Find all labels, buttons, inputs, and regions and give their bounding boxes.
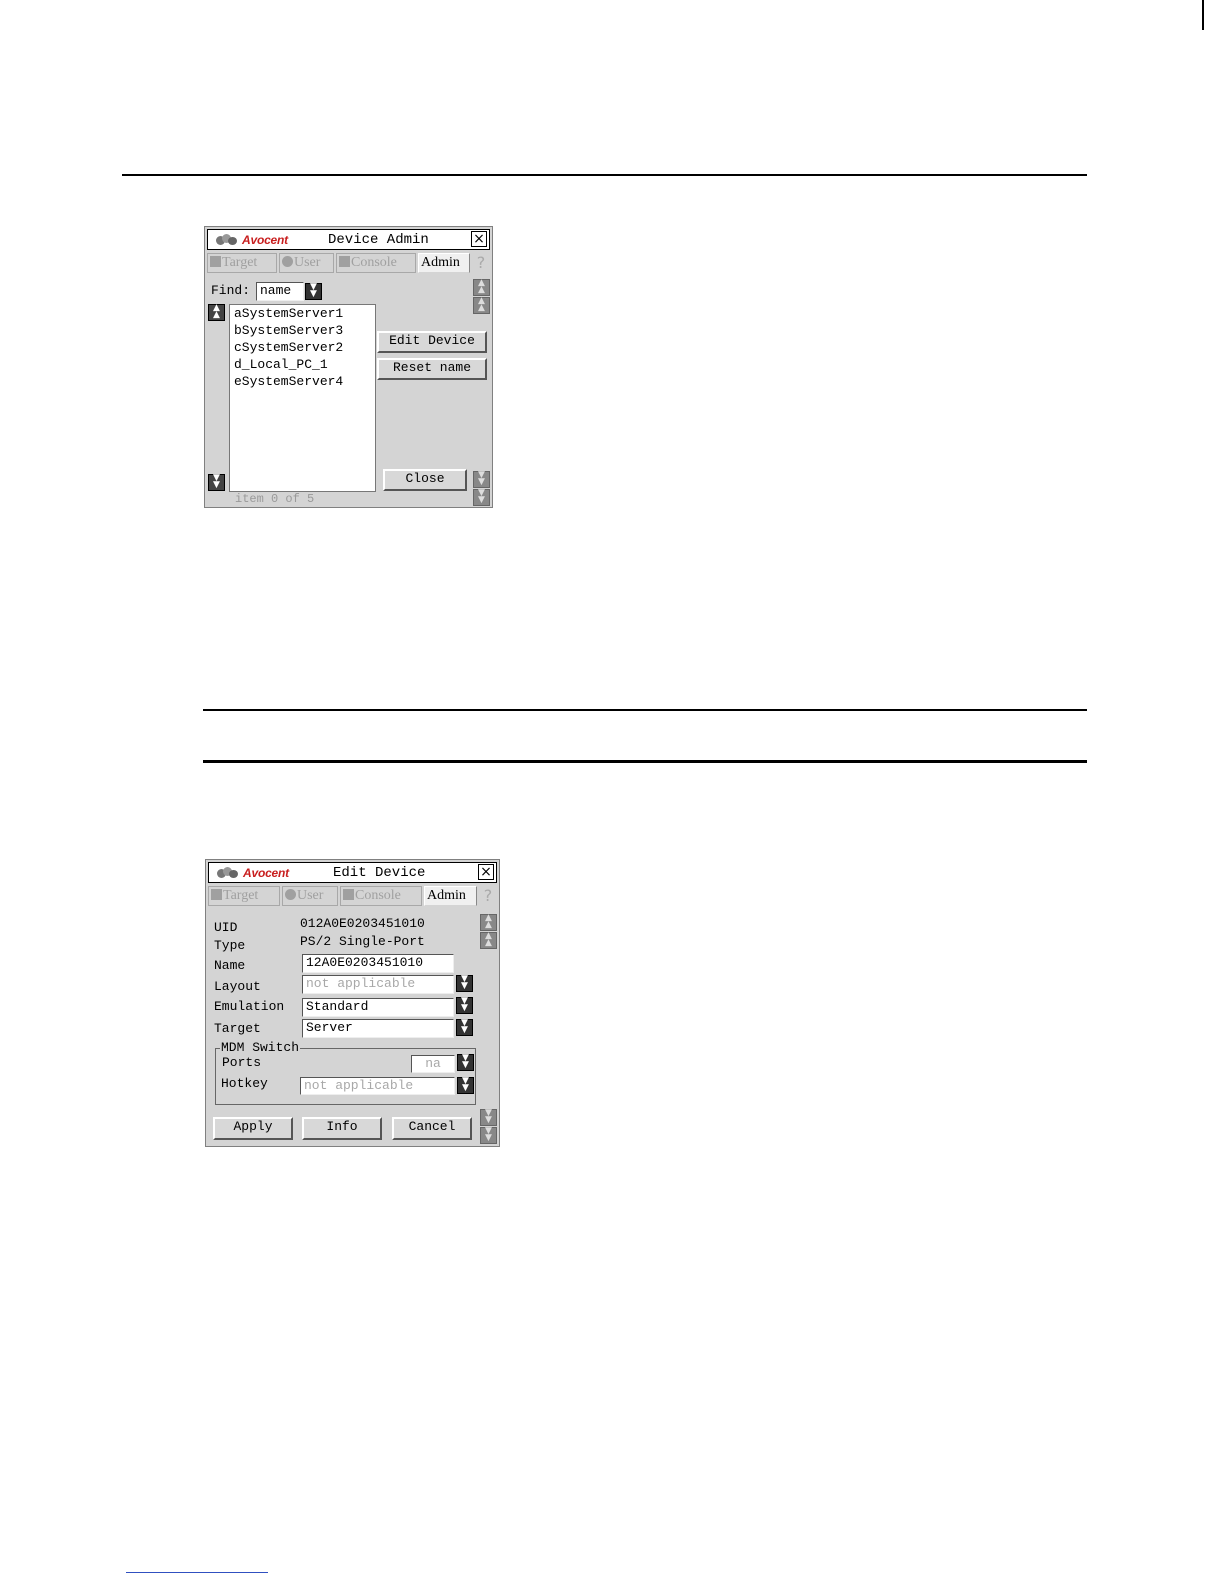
tab-target[interactable]: Target	[208, 886, 280, 906]
type-value: PS/2 Single-Port	[300, 934, 425, 949]
help-icon[interactable]: ?	[480, 886, 496, 906]
uid-label: UID	[214, 920, 238, 935]
mdm-switch-group: MDM Switch Ports na ▼ ▼ Hotkey not applic…	[215, 1040, 476, 1105]
list-item[interactable]: bSystemServer3	[230, 322, 375, 339]
avocent-logo: Avocent	[216, 233, 288, 247]
ports-dropdown-button[interactable]: ▼ ▼	[457, 1054, 474, 1071]
ports-label: Ports	[222, 1055, 262, 1070]
cancel-button[interactable]: Cancel	[392, 1117, 472, 1140]
close-icon[interactable]: ×	[471, 231, 487, 247]
title-bar: Avocent Device Admin ×	[207, 229, 490, 250]
footer-link-underline	[126, 1572, 268, 1573]
find-select[interactable]: name	[256, 282, 304, 301]
window-title: Device Admin	[328, 232, 429, 248]
find-label: Find:	[211, 283, 251, 298]
close-button[interactable]: Close	[383, 469, 467, 491]
scroll-page-up-button[interactable]: ▲ ▲	[480, 914, 497, 931]
list-item[interactable]: eSystemServer4	[230, 373, 375, 390]
window-title: Edit Device	[333, 865, 426, 881]
emulation-select[interactable]: Standard	[302, 998, 454, 1017]
page-edge-mark	[1202, 0, 1204, 30]
layout-dropdown-button[interactable]: ▼ ▼	[456, 975, 473, 992]
device-list[interactable]: aSystemServer1 bSystemServer3 cSystemSer…	[229, 304, 376, 492]
table-rule-top	[203, 709, 1087, 711]
status-text: item 0 of 5	[235, 492, 315, 506]
tab-bar: Target User Console Admin ?	[208, 886, 497, 908]
avocent-logo: Avocent	[217, 866, 289, 880]
table-rule-bottom	[203, 760, 1087, 763]
console-icon	[339, 256, 350, 267]
emulation-dropdown-button[interactable]: ▼ ▼	[456, 997, 473, 1014]
avocent-logo-icon	[217, 867, 239, 879]
section-divider-top	[122, 174, 1087, 176]
target-dropdown-button[interactable]: ▼ ▼	[456, 1019, 473, 1036]
scroll-up-button[interactable]: ▲ ▲	[480, 932, 497, 949]
user-icon	[285, 889, 296, 900]
title-bar: Avocent Edit Device ×	[208, 862, 497, 883]
find-dropdown-button[interactable]: ▼ ▼	[305, 283, 322, 300]
tab-target[interactable]: Target	[207, 253, 277, 273]
edit-device-window: Avocent Edit Device × Target User Consol…	[205, 859, 500, 1147]
mdm-switch-label: MDM Switch	[220, 1040, 301, 1055]
hotkey-dropdown-button[interactable]: ▼ ▼	[457, 1077, 474, 1094]
info-button[interactable]: Info	[302, 1117, 382, 1140]
name-field[interactable]: 12A0E0203451010	[302, 954, 454, 973]
edit-device-button[interactable]: Edit Device	[377, 331, 487, 353]
list-item[interactable]: d_Local_PC_1	[230, 356, 375, 373]
target-icon	[211, 889, 222, 900]
console-icon	[343, 889, 354, 900]
list-scroll-down-button[interactable]: ▼ ▼	[208, 474, 225, 491]
scroll-down-button[interactable]: ▼ ▼	[480, 1109, 497, 1126]
logo-text: Avocent	[243, 866, 289, 880]
emulation-label: Emulation	[214, 999, 285, 1014]
scroll-page-down-button[interactable]: ▼ ▼	[480, 1127, 497, 1144]
layout-select[interactable]: not applicable	[302, 975, 454, 994]
ports-select[interactable]: na	[411, 1055, 455, 1073]
target-label: Target	[214, 1021, 261, 1036]
reset-name-button[interactable]: Reset name	[377, 358, 487, 380]
tab-console[interactable]: Console	[340, 886, 422, 906]
scroll-page-up-button[interactable]: ▲ ▲	[473, 279, 490, 296]
apply-button[interactable]: Apply	[213, 1117, 293, 1140]
scroll-down-button[interactable]: ▼ ▼	[473, 471, 490, 488]
tab-user[interactable]: User	[282, 886, 338, 906]
close-icon[interactable]: ×	[478, 864, 494, 880]
list-item[interactable]: cSystemServer2	[230, 339, 375, 356]
target-icon	[210, 256, 221, 267]
uid-value: 012A0E0203451010	[300, 916, 425, 931]
hotkey-label: Hotkey	[221, 1076, 268, 1091]
tab-admin[interactable]: Admin	[418, 253, 470, 273]
list-scroll-up-button[interactable]: ▲ ▲	[208, 304, 225, 321]
tab-console[interactable]: Console	[336, 253, 416, 273]
type-label: Type	[214, 938, 246, 953]
target-select[interactable]: Server	[302, 1019, 454, 1038]
name-label: Name	[214, 958, 246, 973]
avocent-logo-icon	[216, 234, 238, 246]
device-admin-window: Avocent Device Admin × Target User Conso…	[204, 226, 493, 508]
user-icon	[282, 256, 293, 267]
tab-bar: Target User Console Admin ?	[207, 253, 490, 275]
logo-text: Avocent	[242, 233, 288, 247]
help-icon[interactable]: ?	[473, 253, 489, 273]
layout-label: Layout	[214, 979, 261, 994]
tab-admin[interactable]: Admin	[424, 886, 477, 906]
hotkey-select[interactable]: not applicable	[300, 1077, 455, 1095]
scroll-up-button[interactable]: ▲ ▲	[473, 297, 490, 314]
list-item[interactable]: aSystemServer1	[230, 305, 375, 322]
scroll-page-down-button[interactable]: ▼ ▼	[473, 489, 490, 506]
tab-user[interactable]: User	[279, 253, 334, 273]
